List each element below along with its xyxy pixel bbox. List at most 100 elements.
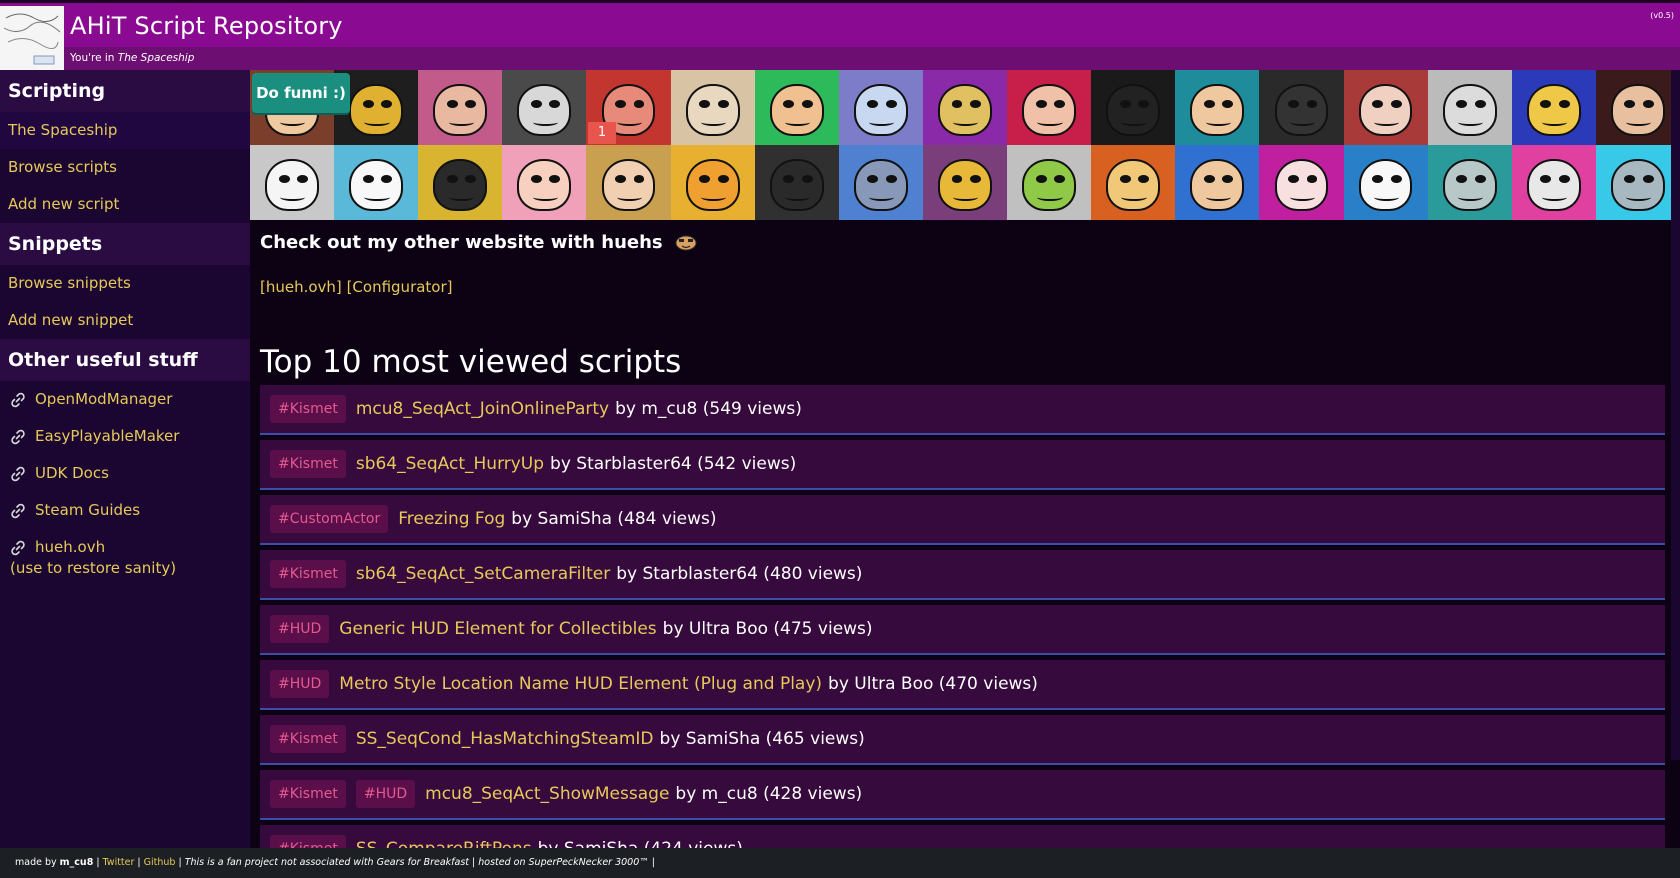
character-eye <box>699 100 711 108</box>
sidebar-item-browse-scripts[interactable]: Browse scripts <box>0 149 250 186</box>
sidebar-section-snippets: Snippets <box>0 223 250 265</box>
character-mouth <box>1626 193 1652 201</box>
script-tag[interactable]: #HUD <box>270 615 330 643</box>
sidebar-item-the-spaceship[interactable]: The Spaceship <box>0 112 250 149</box>
character-eye <box>1035 175 1047 183</box>
sidebar-link-udk-docs[interactable]: UDK Docs <box>0 455 250 492</box>
script-name-link[interactable]: Metro Style Location Name HUD Element (P… <box>339 674 822 694</box>
script-tag[interactable]: #CustomActor <box>270 505 389 533</box>
sidebar-link-steam-guides[interactable]: Steam Guides <box>0 492 250 529</box>
script-tag[interactable]: #HUD <box>270 670 330 698</box>
character-tile <box>1595 145 1680 220</box>
script-author-views: by m_cu8 (428 views) <box>675 784 863 804</box>
sidebar-link-note: (use to restore sanity) <box>10 559 177 577</box>
configurator-link[interactable]: [Configurator] <box>347 278 453 296</box>
hueh-face-icon <box>675 235 697 251</box>
script-name-link[interactable]: mcu8_SeqAct_JoinOnlineParty <box>356 399 609 419</box>
character-mouth <box>364 118 390 126</box>
character-face <box>1022 158 1077 211</box>
sidebar-item-add-new-script[interactable]: Add new script <box>0 186 250 223</box>
sidebar-item-add-new-snippet[interactable]: Add new snippet <box>0 302 250 339</box>
link-icon <box>11 503 25 518</box>
sidebar-link-openmodmanager[interactable]: OpenModManager <box>0 381 250 418</box>
character-mouth <box>1205 193 1231 201</box>
script-author-views: by Starblaster64 (480 views) <box>616 564 863 584</box>
character-tile <box>838 70 923 145</box>
character-eye <box>1203 100 1215 108</box>
top-header: AHiT Script Repository You're in The Spa… <box>0 0 1680 73</box>
character-eye <box>1624 175 1636 183</box>
script-tag[interactable]: #Kismet <box>270 450 346 478</box>
character-tile <box>922 145 1008 220</box>
character-eye <box>970 175 981 183</box>
script-tag[interactable]: #Kismet <box>270 395 346 423</box>
script-tag[interactable]: #HUD <box>355 780 416 808</box>
script-author-views: by Ultra Boo (470 views) <box>828 674 1038 694</box>
character-eye <box>951 100 963 108</box>
script-tag[interactable]: #Kismet <box>270 725 346 753</box>
script-name-link[interactable]: mcu8_SeqAct_ShowMessage <box>425 784 669 804</box>
page-scrollbar[interactable] <box>1671 70 1680 760</box>
character-face <box>433 83 488 136</box>
character-eye <box>699 175 711 183</box>
twitter-link[interactable]: Twitter <box>103 857 135 868</box>
character-face <box>1611 158 1665 211</box>
sidebar-link-easyplayablemaker[interactable]: EasyPlayableMaker <box>0 418 250 455</box>
character-mouth <box>280 118 306 126</box>
character-face <box>853 158 908 211</box>
character-mouth <box>1457 193 1484 201</box>
character-eye <box>1540 175 1552 183</box>
character-face <box>601 158 656 211</box>
script-name-link[interactable]: Freezing Fog <box>398 509 505 529</box>
location-prefix: You're in <box>70 52 115 64</box>
sidebar-section-other-useful-stuff: Other useful stuff <box>0 339 250 381</box>
character-eye <box>1372 100 1384 108</box>
link-icon <box>11 429 25 444</box>
character-eye <box>1035 100 1047 108</box>
character-tile <box>1343 70 1428 145</box>
character-mouth <box>1037 193 1063 201</box>
character-mouth <box>532 118 558 126</box>
location-name: The Spaceship <box>117 52 195 64</box>
character-eye <box>381 175 393 183</box>
character-eye <box>1456 100 1468 108</box>
script-tag[interactable]: #Kismet <box>270 780 346 808</box>
script-name-link[interactable]: sb64_SeqAct_HurryUp <box>356 454 544 474</box>
character-eye <box>1054 100 1066 108</box>
character-eye <box>1222 100 1234 108</box>
character-eye <box>362 175 374 183</box>
current-location: You're in The Spaceship <box>70 52 194 64</box>
character-eye <box>362 100 374 108</box>
script-tag[interactable]: #Kismet <box>270 560 346 588</box>
character-tile <box>1259 145 1344 220</box>
character-face <box>1274 158 1329 211</box>
script-name-link[interactable]: Generic HUD Element for Collectibles <box>339 619 656 639</box>
character-mouth <box>700 193 727 201</box>
character-eye <box>1642 100 1654 108</box>
character-mosaic-banner <box>250 70 1680 220</box>
character-mouth <box>532 193 558 201</box>
character-mouth <box>1373 193 1400 201</box>
character-eye <box>783 175 795 183</box>
site-logo[interactable] <box>0 6 64 70</box>
do-funni-button[interactable]: Do funni :) <box>252 73 350 113</box>
character-face <box>1190 158 1245 211</box>
character-eye <box>783 100 795 108</box>
character-eye <box>1138 100 1150 108</box>
character-mouth <box>448 193 474 201</box>
character-tile <box>1511 145 1596 220</box>
character-face <box>769 83 824 136</box>
sidebar-link-hueh-ovh[interactable]: hueh.ovh <box>0 529 250 558</box>
sidebar-item-browse-snippets[interactable]: Browse snippets <box>0 265 250 302</box>
character-mouth <box>616 193 642 201</box>
github-link[interactable]: Github <box>144 857 176 868</box>
character-mouth <box>1205 118 1231 126</box>
character-tile <box>1511 70 1596 145</box>
script-name-link[interactable]: sb64_SeqAct_SetCameraFilter <box>356 564 610 584</box>
character-eye <box>1372 175 1384 183</box>
character-face <box>1358 158 1413 211</box>
hueh-ovh-link[interactable]: [hueh.ovh] <box>260 278 342 296</box>
script-name-link[interactable]: SS_SeqCond_HasMatchingSteamID <box>356 729 654 749</box>
sidebar-section-scripting: Scripting <box>0 70 250 112</box>
script-row: #Kismet mcu8_SeqAct_JoinOnlineParty by m_c… <box>260 385 1665 435</box>
